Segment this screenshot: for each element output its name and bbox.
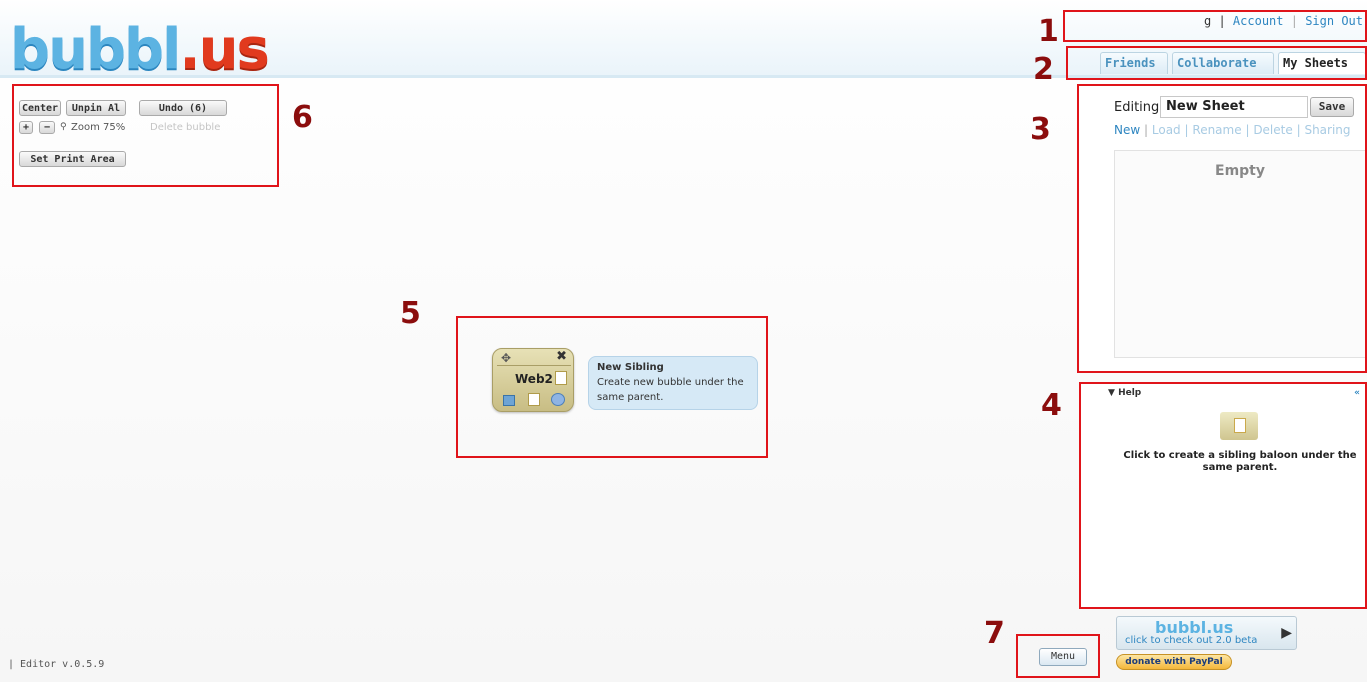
annotation-box-5 xyxy=(456,316,768,458)
donate-paypal-button[interactable]: donate with PayPal xyxy=(1116,654,1232,670)
annotation-box-4 xyxy=(1079,382,1367,609)
annotation-number-4: 4 xyxy=(1041,388,1062,423)
annotation-box-2 xyxy=(1066,46,1367,80)
promo-banner[interactable]: bubbl.us click to check out 2.0 beta ▶ xyxy=(1116,616,1297,650)
annotation-number-1: 1 xyxy=(1038,14,1059,49)
app-logo[interactable]: bubbl.us xyxy=(10,22,270,78)
annotation-number-6: 6 xyxy=(292,100,313,135)
play-arrow-icon: ▶ xyxy=(1281,625,1292,641)
annotation-number-7: 7 xyxy=(984,616,1005,651)
annotation-box-6 xyxy=(12,84,279,187)
annotation-number-3: 3 xyxy=(1030,112,1051,147)
annotation-number-5: 5 xyxy=(400,296,421,331)
annotation-box-7 xyxy=(1016,634,1100,678)
annotation-number-2: 2 xyxy=(1033,52,1054,87)
annotation-box-1 xyxy=(1063,10,1367,42)
version-label: | Editor v.0.5.9 xyxy=(8,659,105,670)
promo-tagline: click to check out 2.0 beta xyxy=(1125,635,1258,646)
annotation-box-3 xyxy=(1077,84,1367,373)
